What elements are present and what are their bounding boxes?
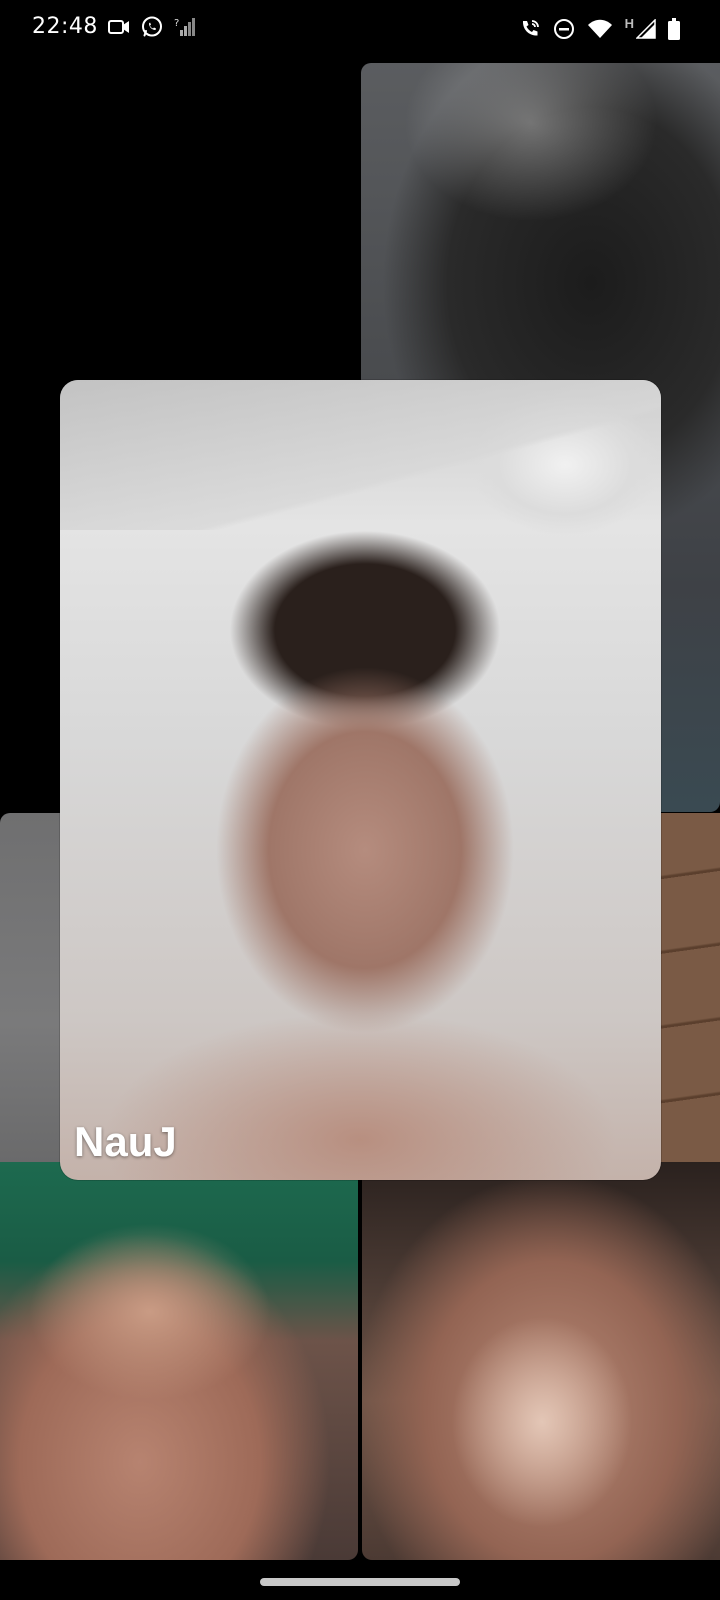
wifi-call-icon [519, 18, 541, 40]
video-camera-icon [107, 19, 130, 35]
wifi-icon [587, 19, 613, 39]
clock: 22:48 [32, 14, 98, 39]
battery-icon [668, 18, 680, 40]
unknown-signal-icon: ? [174, 17, 196, 37]
cell-signal-icon [636, 19, 656, 39]
network-type-label: H [624, 15, 634, 31]
video-feed-area [60, 380, 661, 530]
video-tile-participant-bottom-left[interactable] [0, 1162, 358, 1560]
gesture-nav-handle[interactable] [260, 1578, 460, 1586]
video-tile-participant-bottom-right[interactable] [362, 1162, 720, 1560]
whatsapp-icon [140, 15, 164, 39]
status-left-group: 22:48 ? [32, 14, 196, 39]
video-tile-active-speaker[interactable]: NauJ [60, 380, 661, 1180]
status-right-group: H [519, 15, 680, 40]
svg-text:?: ? [174, 18, 179, 29]
status-bar: 22:48 ? H [0, 0, 720, 62]
participant-name-label: NauJ [74, 1118, 177, 1165]
do-not-disturb-icon [553, 18, 575, 40]
